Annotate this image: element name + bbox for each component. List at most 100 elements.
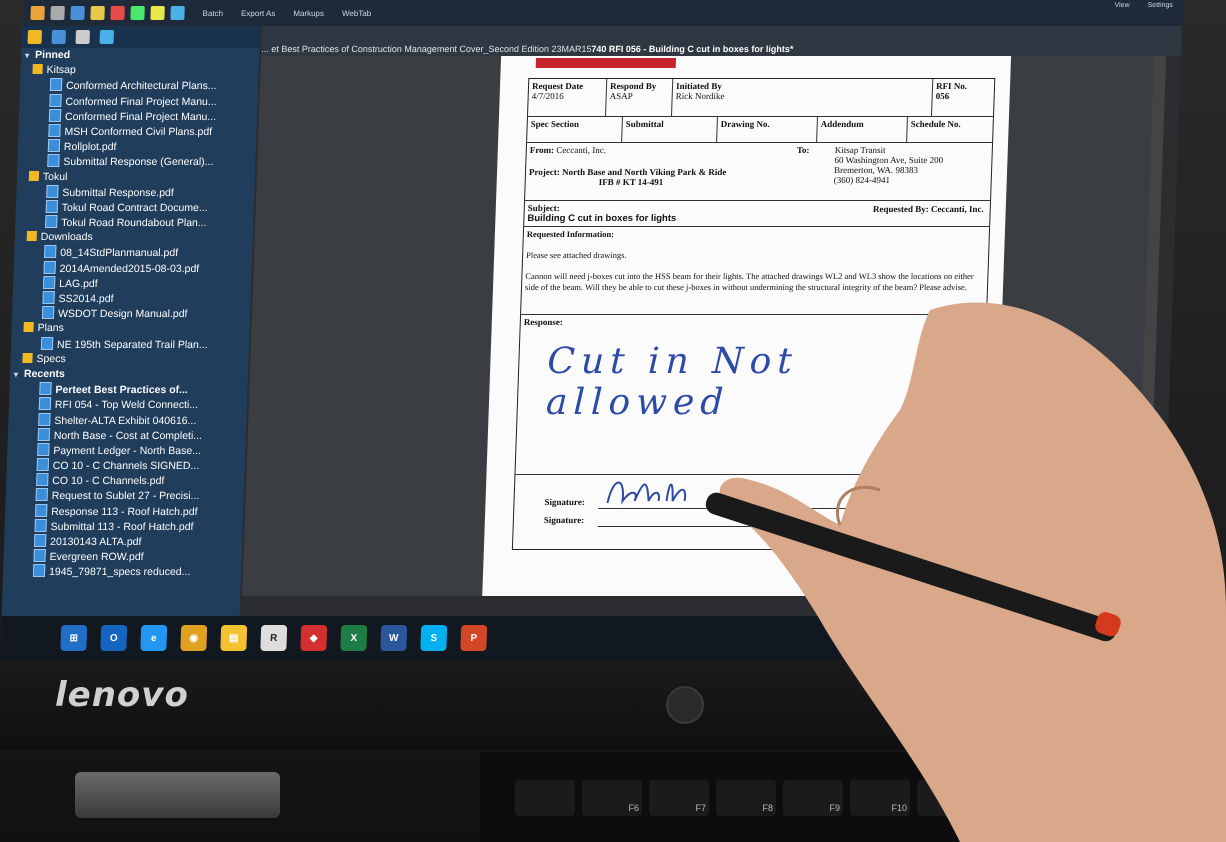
pdf-file-icon — [44, 245, 57, 259]
file-explorer-icon[interactable]: ▤ — [220, 625, 248, 651]
file-sidebar: ▾ Pinned Kitsap Conformed Architectural Pla… — [1, 26, 261, 616]
sidebar-file-item[interactable]: Submittal Response.pdf — [16, 184, 255, 200]
sidebar-file-item[interactable]: Conformed Final Project Manu... — [19, 93, 258, 109]
select-tool-icon[interactable] — [70, 6, 85, 20]
key-f5[interactable] — [515, 780, 575, 816]
menu-markups[interactable]: Markups — [293, 9, 324, 18]
sidebar-file-item[interactable]: Tokul Road Contract Docume... — [16, 199, 255, 215]
sidebar-file-item[interactable]: Rollplot.pdf — [18, 139, 257, 154]
sidebar-file-item[interactable]: Response 113 - Roof Hatch.pdf — [5, 503, 244, 519]
sidebar-file-item[interactable]: CO 10 - C Channels SIGNED... — [7, 458, 246, 473]
word-icon[interactable]: W — [380, 625, 408, 651]
sidebar-file-item[interactable]: Request to Sublet 27 - Precisi... — [5, 488, 244, 503]
menu-export-as[interactable]: Export As — [241, 9, 276, 18]
pdf-file-icon — [49, 93, 62, 107]
sidebar-item-label: Kitsap — [46, 64, 76, 77]
folder-icon — [28, 170, 40, 181]
folder-icon[interactable] — [27, 30, 43, 44]
signature-label-2: Signature: — [543, 515, 585, 525]
laptop-hinge — [75, 772, 280, 818]
pdf-file-icon — [38, 412, 51, 426]
sidebar-item-label: Request to Sublet 27 - Precisi... — [51, 490, 200, 503]
sidebar-file-item[interactable]: 2014Amended2015-08-03.pdf — [13, 260, 252, 276]
menu-batch[interactable]: Batch — [202, 9, 223, 18]
text-tool-icon[interactable] — [110, 6, 125, 20]
outlook-icon[interactable]: O — [100, 625, 128, 651]
request-date-value: 4/7/2016 — [531, 91, 564, 101]
sidebar-file-item[interactable]: MSH Conformed Civil Plans.pdf — [18, 123, 257, 139]
pdf-file-icon — [46, 184, 59, 198]
sidebar-item-label: Evergreen ROW.pdf — [49, 551, 144, 564]
sidebar-file-item[interactable]: Submittal 113 - Roof Hatch.pdf — [4, 518, 243, 534]
sidebar-item-label: Shelter-ALTA Exhibit 040616... — [54, 414, 197, 427]
sidebar-folder-item[interactable]: Plans — [11, 321, 250, 336]
folder-icon — [22, 352, 33, 363]
settings-button[interactable]: Settings — [1147, 2, 1173, 9]
bookmark-icon[interactable] — [51, 30, 67, 44]
addendum-cell: Addendum — [817, 117, 908, 143]
folder-icon — [32, 64, 43, 75]
sidebar-file-item[interactable]: Evergreen ROW.pdf — [3, 549, 242, 564]
sidebar-file-item[interactable]: 20130143 ALTA.pdf — [4, 534, 243, 549]
view-button[interactable]: View — [1114, 2, 1129, 9]
to-line-2: 60 Washington Ave, Suite 200 — [834, 155, 944, 165]
project-line1: North Base and North Viking Park & Ride — [561, 167, 727, 177]
undo-icon[interactable] — [30, 6, 45, 20]
sidebar-file-item[interactable]: Conformed Architectural Plans... — [20, 78, 259, 93]
chrome-icon[interactable]: ◉ — [180, 625, 208, 651]
sidebar-folder-item[interactable]: Tokul — [17, 170, 256, 185]
skype-icon[interactable]: S — [420, 625, 448, 651]
sidebar-file-item[interactable]: 08_14StdPlanmanual.pdf — [14, 245, 253, 260]
sidebar-file-item[interactable]: Submittal Response (General)... — [17, 154, 256, 169]
pan-tool-icon[interactable] — [90, 6, 105, 20]
sidebar-file-item[interactable]: NE 195th Separated Trail Plan... — [11, 336, 250, 352]
pdf-file-icon — [45, 199, 59, 213]
sidebar-file-item[interactable]: North Base - Cost at Completi... — [8, 427, 247, 443]
powerpoint-icon[interactable]: P — [460, 625, 488, 651]
sidebar-item-label: Tokul — [42, 170, 68, 183]
sidebar-file-item[interactable]: Payment Ledger - North Base... — [7, 442, 246, 458]
redo-icon[interactable] — [50, 6, 65, 20]
bluebeam-revu-icon[interactable]: R — [260, 625, 288, 651]
highlight-tool-icon[interactable] — [150, 6, 165, 20]
sidebar-item-label: CO 10 - C Channels SIGNED... — [52, 460, 200, 473]
file-tree: ▾ Pinned Kitsap Conformed Architectural Pla… — [3, 48, 260, 580]
pdf-file-icon — [34, 518, 47, 532]
windows-hardware-button[interactable] — [666, 686, 704, 724]
grid-icon[interactable] — [75, 30, 91, 44]
pdf-file-icon — [42, 291, 55, 304]
sidebar-file-item[interactable]: Perteet Best Practices of... — [9, 382, 248, 397]
sidebar-file-item[interactable]: CO 10 - C Channels.pdf — [6, 473, 245, 488]
pdf-file-icon — [43, 260, 56, 274]
sidebar-item-label: Pinned — [34, 49, 71, 61]
internet-explorer-icon[interactable]: e — [140, 625, 168, 651]
sidebar-file-item[interactable]: 1945_79871_specs reduced... — [3, 564, 242, 579]
sidebar-file-item[interactable]: Tokul Road Roundabout Plan... — [15, 215, 254, 230]
sidebar-file-item[interactable]: LAG.pdf — [13, 275, 252, 291]
menu-webtab[interactable]: WebTab — [342, 9, 372, 18]
sidebar-file-item[interactable]: SS2014.pdf — [12, 291, 251, 306]
shape-tool-icon[interactable] — [170, 6, 185, 20]
sidebar-folder-item[interactable]: Kitsap — [20, 63, 259, 78]
sidebar-file-item[interactable]: WSDOT Design Manual.pdf — [12, 306, 251, 321]
tab-best-practices[interactable]: ... et Best Practices of Construction Ma… — [261, 44, 592, 54]
location-icon[interactable] — [99, 30, 115, 44]
sidebar-file-item[interactable]: RFI 054 - Top Weld Connecti... — [9, 397, 248, 412]
respond-by-label: Respond By — [609, 81, 657, 91]
tab-rfi-056[interactable]: 740 RFI 056 - Building C cut in boxes fo… — [591, 44, 793, 54]
sketchup-icon[interactable]: ◆ — [300, 625, 328, 651]
sidebar-file-item[interactable]: Conformed Final Project Manu... — [19, 108, 258, 124]
sidebar-folder-item[interactable]: Downloads — [14, 230, 253, 245]
sidebar-section[interactable]: ▾ Recents — [10, 367, 249, 382]
key-f6[interactable]: F6 — [582, 780, 642, 816]
sidebar-item-label: Conformed Final Project Manu... — [65, 95, 217, 108]
pen-tool-icon[interactable] — [130, 6, 145, 20]
sidebar-section[interactable]: ▾ Pinned — [21, 48, 260, 63]
project-label: Project: — [528, 167, 561, 177]
windows-start-icon[interactable]: ⊞ — [60, 625, 88, 651]
excel-icon[interactable]: X — [340, 625, 368, 651]
rfi-no-cell: RFI No. 056 — [931, 79, 995, 117]
sidebar-folder-item[interactable]: Specs — [10, 352, 249, 367]
initiated-by-cell: Initiated By Rick Nordike — [671, 79, 934, 117]
sidebar-file-item[interactable]: Shelter-ALTA Exhibit 040616... — [8, 412, 247, 428]
